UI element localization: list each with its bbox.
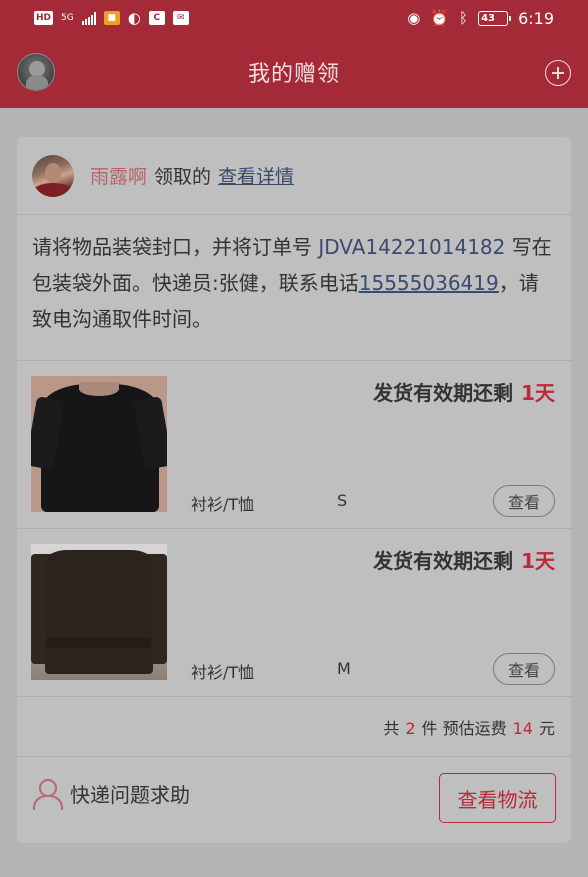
packing-instructions: 请将物品装袋封口，并将订单号 JDVA14221014182 写在包装袋外面。快… [32,229,557,337]
clock: 6:19 [518,8,554,28]
eye-icon: ◉ [407,8,421,27]
list-item: 发货有效期还剩 1天 衬衫/T恤 M 查看 [17,529,571,696]
message-icon: ✉ [172,11,189,25]
validity-label: 发货有效期还剩 [373,549,514,573]
claim-card: 雨露啊 领取的 查看详情 请将物品装袋封口，并将订单号 JDVA14221014… [17,137,571,843]
item-count: 2 [405,719,416,738]
shipping-validity: 发货有效期还剩 1天 [373,377,555,406]
instructions-text-1: 请将物品装袋封口，并将订单号 [32,235,319,259]
wechat-icon: ◐ [127,8,141,27]
network-5g-label: 5G [61,12,74,23]
list-item: 发货有效期还剩 1天 衬衫/T恤 S 查看 [17,361,571,528]
battery-icon: 43 [478,10,512,26]
shipping-validity: 发货有效期还剩 1天 [373,545,555,574]
view-logistics-button[interactable]: 查看物流 [439,773,556,823]
courier-phone-link[interactable]: 15555036419 [359,271,499,295]
summary-prefix: 共 [383,719,400,738]
status-right: ◉ ⏰ ᛒ 43 6:19 [407,9,554,28]
order-summary: 共2 件 预估运费 14 元 [383,715,555,739]
courier-help-button[interactable]: 快递问题求助 [32,777,190,810]
app-header: 我的赠领 [0,36,588,108]
donor-avatar[interactable] [32,154,74,197]
card-header: 雨露啊 领取的 查看详情 [17,137,571,215]
summary-suffix: 元 [538,719,555,738]
signal-icon [81,11,96,25]
item-category: 衬衫/T恤 [191,663,255,682]
divider [17,696,571,697]
person-icon [32,777,63,810]
status-left: HD 5G ■ ◐ C ✉ [34,8,189,27]
summary-mid: 件 预估运费 [421,719,507,738]
item-thumbnail[interactable] [31,544,167,680]
item-size: M [337,659,351,678]
hd-badge: HD [34,11,54,25]
claim-text: 领取的 [154,166,212,188]
order-number: JDVA14221014182 [318,235,506,259]
item-category: 衬衫/T恤 [191,495,255,514]
validity-days: 1天 [521,381,555,405]
shipping-fee: 14 [512,719,533,738]
donor-name[interactable]: 雨露啊 [90,162,147,189]
item-size: S [337,491,348,510]
validity-label: 发货有效期还剩 [373,381,514,405]
bluetooth-icon: ᛒ [459,8,469,27]
validity-days: 1天 [521,549,555,573]
view-details-link[interactable]: 查看详情 [218,162,294,189]
view-item-button[interactable]: 查看 [493,653,555,685]
courier-help-label: 快递问题求助 [70,782,190,807]
divider [17,756,571,757]
user-avatar[interactable] [17,53,55,91]
add-button[interactable] [545,60,571,86]
app-notification-icon: ■ [103,11,120,25]
app-c-icon: C [148,11,165,25]
item-thumbnail[interactable] [31,376,167,512]
status-bar: HD 5G ■ ◐ C ✉ ◉ ⏰ ᛒ 43 6:19 [0,0,588,36]
page-title: 我的赠领 [247,62,340,87]
view-item-button[interactable]: 查看 [493,485,555,517]
alarm-icon: ⏰ [430,8,450,27]
